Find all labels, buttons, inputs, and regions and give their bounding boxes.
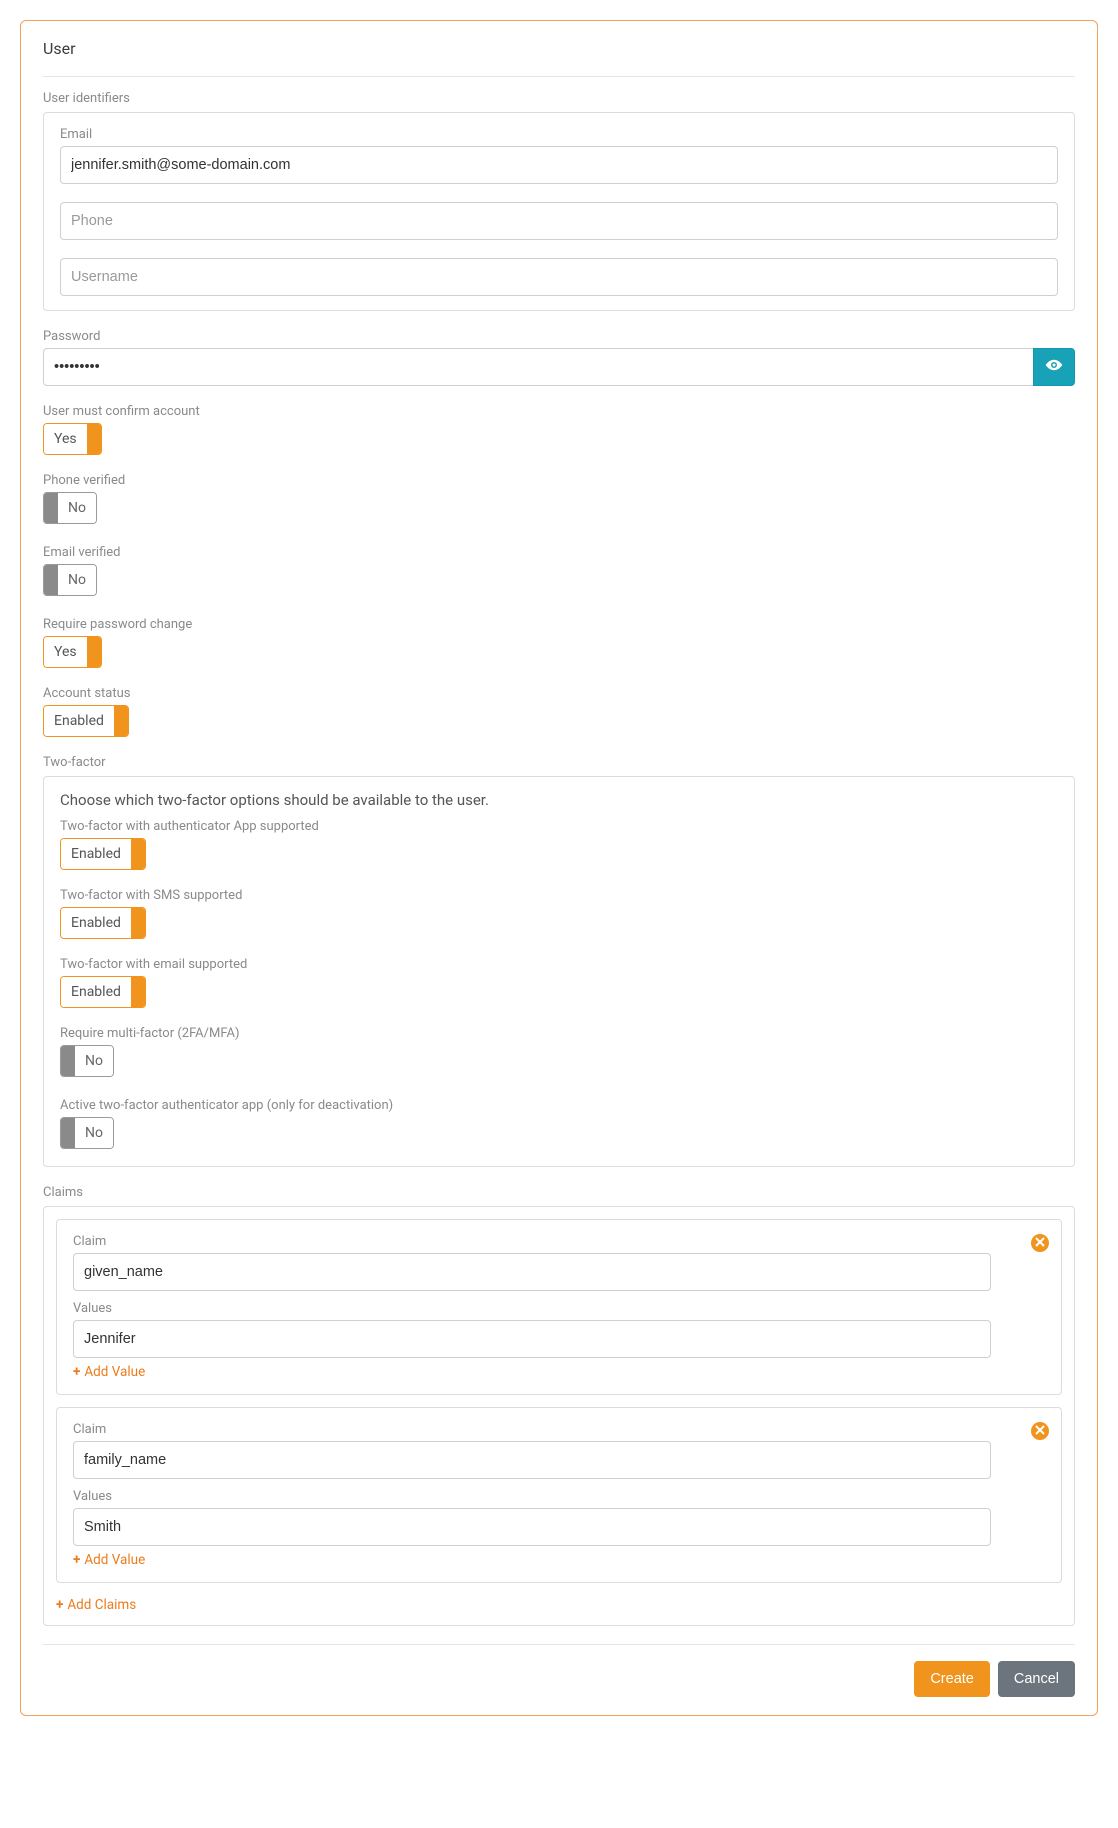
tf-require-mfa-value: No — [75, 1046, 113, 1076]
cancel-button[interactable]: Cancel — [998, 1661, 1075, 1697]
tf-app-toggle[interactable]: Enabled — [60, 838, 146, 870]
identifiers-group: Email — [43, 112, 1075, 311]
two-factor-legend: Two-factor — [43, 755, 1075, 770]
add-value-label: Add Value — [84, 1364, 145, 1380]
tf-sms-toggle[interactable]: Enabled — [60, 907, 146, 939]
require-pw-change-toggle[interactable]: Yes — [43, 636, 102, 668]
require-pw-change-label: Require password change — [43, 617, 1075, 632]
add-value-label: Add Value — [84, 1552, 145, 1568]
email-label: Email — [60, 127, 1058, 142]
email-input[interactable] — [60, 146, 1058, 184]
account-status-value: Enabled — [44, 706, 114, 736]
phone-verified-toggle[interactable]: No — [43, 492, 97, 524]
claim-label: Claim — [73, 1422, 991, 1437]
values-label: Values — [73, 1489, 991, 1504]
tf-require-mfa-toggle[interactable]: No — [60, 1045, 114, 1077]
must-confirm-value: Yes — [44, 424, 87, 454]
phone-input[interactable] — [60, 202, 1058, 240]
identifiers-legend: User identifiers — [43, 91, 1075, 106]
tf-app-value: Enabled — [61, 839, 131, 869]
plus-icon: + — [73, 1552, 80, 1568]
add-value-link[interactable]: + Add Value — [73, 1364, 145, 1380]
email-verified-label: Email verified — [43, 545, 1075, 560]
require-pw-change-value: Yes — [44, 637, 87, 667]
claim-value-input[interactable] — [73, 1320, 991, 1358]
close-icon — [1035, 1235, 1045, 1251]
tf-email-value: Enabled — [61, 977, 131, 1007]
claim-label: Claim — [73, 1234, 991, 1249]
must-confirm-toggle[interactable]: Yes — [43, 423, 102, 455]
claim-item: Claim Values + Add Value — [56, 1407, 1062, 1583]
plus-icon: + — [56, 1597, 63, 1613]
claim-name-input[interactable] — [73, 1253, 991, 1291]
must-confirm-label: User must confirm account — [43, 404, 1075, 419]
claim-value-input[interactable] — [73, 1508, 991, 1546]
eye-icon — [1045, 356, 1063, 378]
tf-email-toggle[interactable]: Enabled — [60, 976, 146, 1008]
tf-active-app-label: Active two-factor authenticator app (onl… — [60, 1098, 1058, 1113]
close-icon — [1035, 1423, 1045, 1439]
values-label: Values — [73, 1301, 991, 1316]
toggle-password-visibility[interactable] — [1033, 348, 1075, 386]
tf-sms-value: Enabled — [61, 908, 131, 938]
email-verified-toggle[interactable]: No — [43, 564, 97, 596]
create-button[interactable]: Create — [914, 1661, 990, 1697]
plus-icon: + — [73, 1364, 80, 1380]
add-claims-label: Add Claims — [67, 1597, 136, 1613]
claim-item: Claim Values + Add Value — [56, 1219, 1062, 1395]
divider — [43, 76, 1075, 77]
claims-group: Claim Values + Add Value Claim Values — [43, 1206, 1075, 1626]
tf-active-app-value: No — [75, 1118, 113, 1148]
form-footer: Create Cancel — [43, 1644, 1075, 1697]
phone-verified-value: No — [58, 493, 96, 523]
user-form-page: User User identifiers Email Password Use… — [20, 20, 1098, 1716]
add-claims-link[interactable]: + Add Claims — [56, 1597, 136, 1613]
two-factor-group: Choose which two-factor options should b… — [43, 776, 1075, 1167]
phone-verified-label: Phone verified — [43, 473, 1075, 488]
password-label: Password — [43, 329, 1075, 344]
claims-legend: Claims — [43, 1185, 1075, 1200]
page-title: User — [43, 39, 1075, 68]
username-input[interactable] — [60, 258, 1058, 296]
account-status-label: Account status — [43, 686, 1075, 701]
email-verified-value: No — [58, 565, 96, 595]
claim-name-input[interactable] — [73, 1441, 991, 1479]
tf-active-app-toggle[interactable]: No — [60, 1117, 114, 1149]
password-input[interactable] — [43, 348, 1033, 386]
remove-claim-button[interactable] — [1031, 1234, 1049, 1252]
tf-email-label: Two-factor with email supported — [60, 957, 1058, 972]
tf-require-mfa-label: Require multi-factor (2FA/MFA) — [60, 1026, 1058, 1041]
tf-sms-label: Two-factor with SMS supported — [60, 888, 1058, 903]
tf-app-label: Two-factor with authenticator App suppor… — [60, 819, 1058, 834]
two-factor-note: Choose which two-factor options should b… — [60, 791, 1058, 809]
add-value-link[interactable]: + Add Value — [73, 1552, 145, 1568]
remove-claim-button[interactable] — [1031, 1422, 1049, 1440]
account-status-toggle[interactable]: Enabled — [43, 705, 129, 737]
